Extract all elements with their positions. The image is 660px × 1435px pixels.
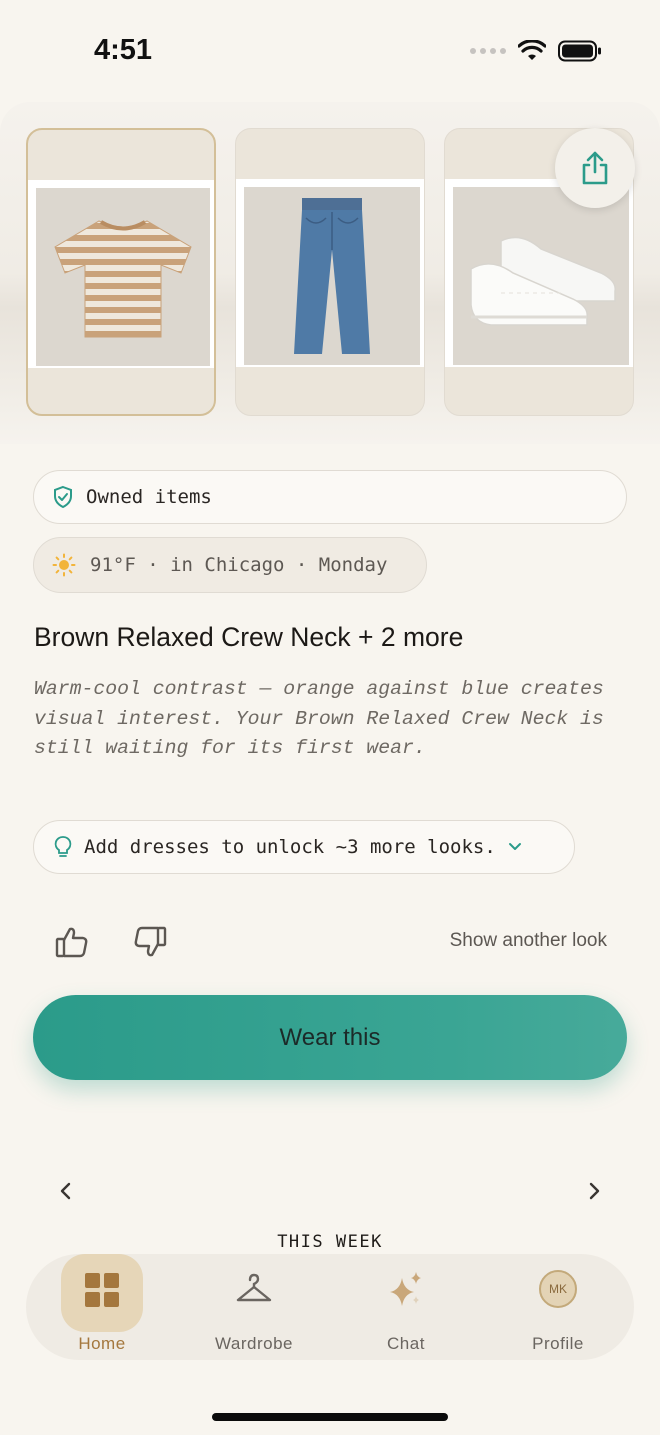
tshirt-photo: [54, 220, 192, 338]
unlock-tip-button[interactable]: Add dresses to unlock ~3 more looks.: [33, 820, 575, 874]
tshirt-photo-frame: [28, 180, 214, 368]
thumbs-up-button[interactable]: [54, 924, 90, 964]
tab-profile[interactable]: MK Profile: [482, 1254, 634, 1360]
show-another-look-button[interactable]: Show another look: [450, 930, 607, 952]
week-next-button[interactable]: [586, 1180, 602, 1206]
outfit-items-carousel: [0, 102, 660, 444]
hanger-icon: [234, 1270, 274, 1314]
this-week-label: THIS WEEK: [277, 1232, 383, 1252]
tab-home[interactable]: Home: [26, 1254, 178, 1360]
status-time: 4:51: [94, 34, 153, 66]
owned-items-label: Owned items: [86, 486, 212, 508]
tab-wardrobe[interactable]: Wardrobe: [178, 1254, 330, 1360]
owned-items-badge: Owned items: [33, 470, 627, 524]
unlock-tip-label: Add dresses to unlock ~3 more looks.: [84, 836, 496, 858]
sneakers-photo-bg: [453, 187, 629, 365]
tab-bar: Home Wardrobe Chat MK Profile: [26, 1254, 634, 1360]
home-indicator: [212, 1413, 448, 1421]
share-icon: [582, 151, 608, 185]
share-button[interactable]: [555, 128, 635, 208]
chevron-right-icon: [589, 1182, 600, 1200]
lightbulb-icon: [54, 836, 72, 857]
chevron-down-icon: [508, 843, 521, 850]
look-description: Warm-cool contrast — orange against blue…: [34, 678, 604, 759]
status-icons: [470, 40, 602, 62]
thumbs-up-icon: [55, 927, 88, 958]
sneakers-photo: [470, 236, 616, 326]
status-bar: 4:51: [0, 0, 660, 100]
sparkles-icon: [386, 1270, 426, 1314]
avatar: MK: [539, 1270, 577, 1308]
jeans-photo-frame: [236, 179, 424, 367]
tab-profile-label: Profile: [532, 1334, 584, 1353]
weather-label: 91°F · in Chicago · Monday: [90, 554, 388, 576]
thumbs-down-icon: [134, 926, 167, 957]
wifi-icon: [518, 40, 546, 60]
signal-icon: [470, 48, 506, 54]
sun-icon: [52, 553, 76, 577]
grid-icon: [82, 1270, 122, 1314]
outfit-item-card-jeans[interactable]: [235, 128, 425, 416]
jeans-photo: [294, 197, 370, 354]
weather-badge: 91°F · in Chicago · Monday: [33, 537, 427, 593]
week-prev-button[interactable]: [58, 1180, 74, 1206]
tab-chat[interactable]: Chat: [330, 1254, 482, 1360]
shield-check-icon: [54, 485, 72, 509]
thumbs-down-button[interactable]: [132, 924, 168, 964]
jeans-photo-bg: [244, 187, 420, 365]
tab-chat-label: Chat: [387, 1334, 425, 1353]
avatar-icon: MK: [539, 1270, 577, 1308]
outfit-item-card-tshirt[interactable]: [26, 128, 216, 416]
sneakers-photo-frame: [445, 179, 633, 367]
tab-wardrobe-label: Wardrobe: [214, 1334, 293, 1353]
look-title: Brown Relaxed Crew Neck + 2 more: [34, 622, 464, 652]
tshirt-photo-bg: [36, 188, 210, 366]
battery-icon: [558, 40, 601, 62]
chevron-left-icon: [60, 1182, 71, 1200]
tab-home-label: Home: [78, 1334, 126, 1353]
wear-this-button[interactable]: Wear this: [33, 995, 627, 1080]
